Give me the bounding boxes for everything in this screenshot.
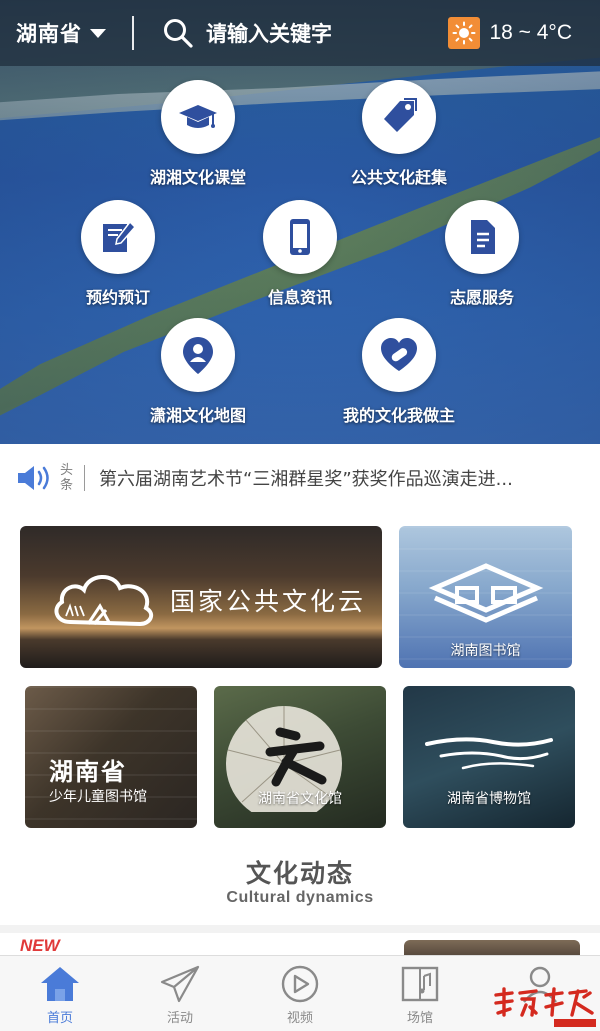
tab-label: 视频	[286, 1011, 313, 1026]
card-hunan-museum[interactable]: 湖南省博物馆	[403, 686, 575, 828]
topbar-divider	[132, 16, 134, 50]
card-hunan-culture-hall[interactable]: 湖南省文化馆	[214, 686, 386, 828]
menu-label: 信息资讯	[267, 288, 332, 307]
section-divider	[0, 925, 600, 933]
site-watermark-logo	[494, 987, 596, 1027]
tab-label: 首页	[46, 1011, 73, 1026]
card-caption: 湖南省博物馆	[447, 791, 531, 807]
card-caption: 少年儿童图书馆	[49, 789, 147, 805]
app-home-screen: 湖南省 请输入关键字 18 ~ 4°C 湖湘文化课堂 公共文化赶集 预约预订 信…	[0, 0, 600, 1031]
region-label: 湖南省	[16, 22, 82, 46]
cloud-logo-icon	[54, 575, 154, 627]
headline-text[interactable]: 第六届湖南艺术节“三湘群星奖”获奖作品巡演走进...	[99, 465, 599, 491]
ticker-divider	[84, 465, 85, 491]
smartphone-icon	[290, 219, 310, 255]
document-icon	[471, 220, 495, 254]
menu-icon-circle	[263, 200, 337, 274]
region-selector[interactable]: 湖南省	[0, 0, 132, 66]
search-box[interactable]: 请输入关键字	[134, 0, 434, 66]
menu-icon-circle	[362, 80, 436, 154]
headline-tag-top: 头	[60, 463, 74, 478]
hero-banner: 湖南省 请输入关键字 18 ~ 4°C 湖湘文化课堂 公共文化赶集 预约预订 信…	[0, 0, 600, 444]
book-pen-icon	[103, 220, 137, 252]
tab-venues[interactable]: 场馆	[360, 956, 480, 1031]
graduation-cap-icon	[179, 105, 217, 128]
tab-activities[interactable]: 活动	[120, 956, 240, 1031]
menu-label: 志愿服务	[449, 288, 514, 307]
home-icon	[41, 967, 79, 1001]
speaker-icon	[18, 466, 49, 490]
card-national-culture-cloud[interactable]: 国家公共文化云	[20, 526, 382, 668]
card-youth-library[interactable]: 湖南省 少年儿童图书馆	[25, 686, 197, 828]
news-ticker[interactable]: 头 条 第六届湖南艺术节“三湘群星奖”获奖作品巡演走进...	[0, 444, 600, 512]
section-subtitle: Cultural dynamics	[226, 889, 374, 906]
weather-temperature: 18 ~ 4°C	[489, 21, 572, 44]
card-title: 国家公共文化云	[170, 587, 367, 616]
card-title: 湖南省	[49, 758, 127, 786]
sun-icon	[448, 17, 481, 49]
card-caption: 湖南图书馆	[450, 643, 521, 659]
play-circle-icon	[281, 965, 319, 1003]
weather-widget[interactable]: 18 ~ 4°C	[448, 0, 600, 66]
music-book-icon	[401, 966, 439, 1002]
section-title: 文化动态	[245, 859, 354, 888]
menu-my-culture[interactable]: 我的文化我做主	[314, 318, 484, 426]
menu-volunteer[interactable]: 志愿服务	[397, 200, 567, 308]
tab-label: 场馆	[406, 1011, 433, 1026]
menu-icon-circle	[161, 80, 235, 154]
menu-culture-market[interactable]: 公共文化赶集	[314, 80, 484, 188]
map-pin-person-icon	[183, 337, 213, 374]
card-hunan-library[interactable]: 湖南图书馆	[399, 526, 572, 668]
menu-culture-map[interactable]: 潇湘文化地图	[113, 318, 283, 426]
menu-news-info[interactable]: 信息资讯	[215, 200, 385, 308]
new-badge: NEW	[20, 936, 60, 955]
tab-videos[interactable]: 视频	[240, 956, 360, 1031]
headline-tag: 头 条	[60, 463, 74, 493]
menu-label: 潇湘文化地图	[149, 406, 246, 425]
menu-booking[interactable]: 预约预订	[33, 200, 203, 308]
menu-icon-circle	[445, 200, 519, 274]
menu-label: 我的文化我做主	[342, 406, 455, 425]
menu-icon-circle	[81, 200, 155, 274]
search-placeholder: 请输入关键字	[206, 22, 332, 46]
paper-plane-icon	[160, 965, 200, 1003]
search-icon	[164, 19, 193, 48]
menu-label: 湖湘文化课堂	[149, 168, 246, 187]
caret-down-icon	[90, 28, 106, 38]
card-caption: 湖南省文化馆	[258, 791, 342, 807]
tab-label: 活动	[166, 1011, 193, 1026]
menu-label: 预约预订	[85, 288, 150, 307]
tab-home[interactable]: 首页	[0, 956, 120, 1031]
menu-icon-circle	[161, 318, 235, 392]
top-bar: 湖南省 请输入关键字 18 ~ 4°C	[0, 0, 600, 66]
library-logo-icon	[428, 563, 544, 623]
menu-culture-classroom[interactable]: 湖湘文化课堂	[113, 80, 283, 188]
menu-icon-circle	[362, 318, 436, 392]
museum-logo-icon	[425, 737, 553, 770]
menu-label: 公共文化赶集	[350, 168, 447, 187]
heart-bandage-icon	[381, 338, 417, 371]
price-tag-icon	[384, 98, 417, 132]
headline-tag-bottom: 条	[60, 478, 74, 493]
